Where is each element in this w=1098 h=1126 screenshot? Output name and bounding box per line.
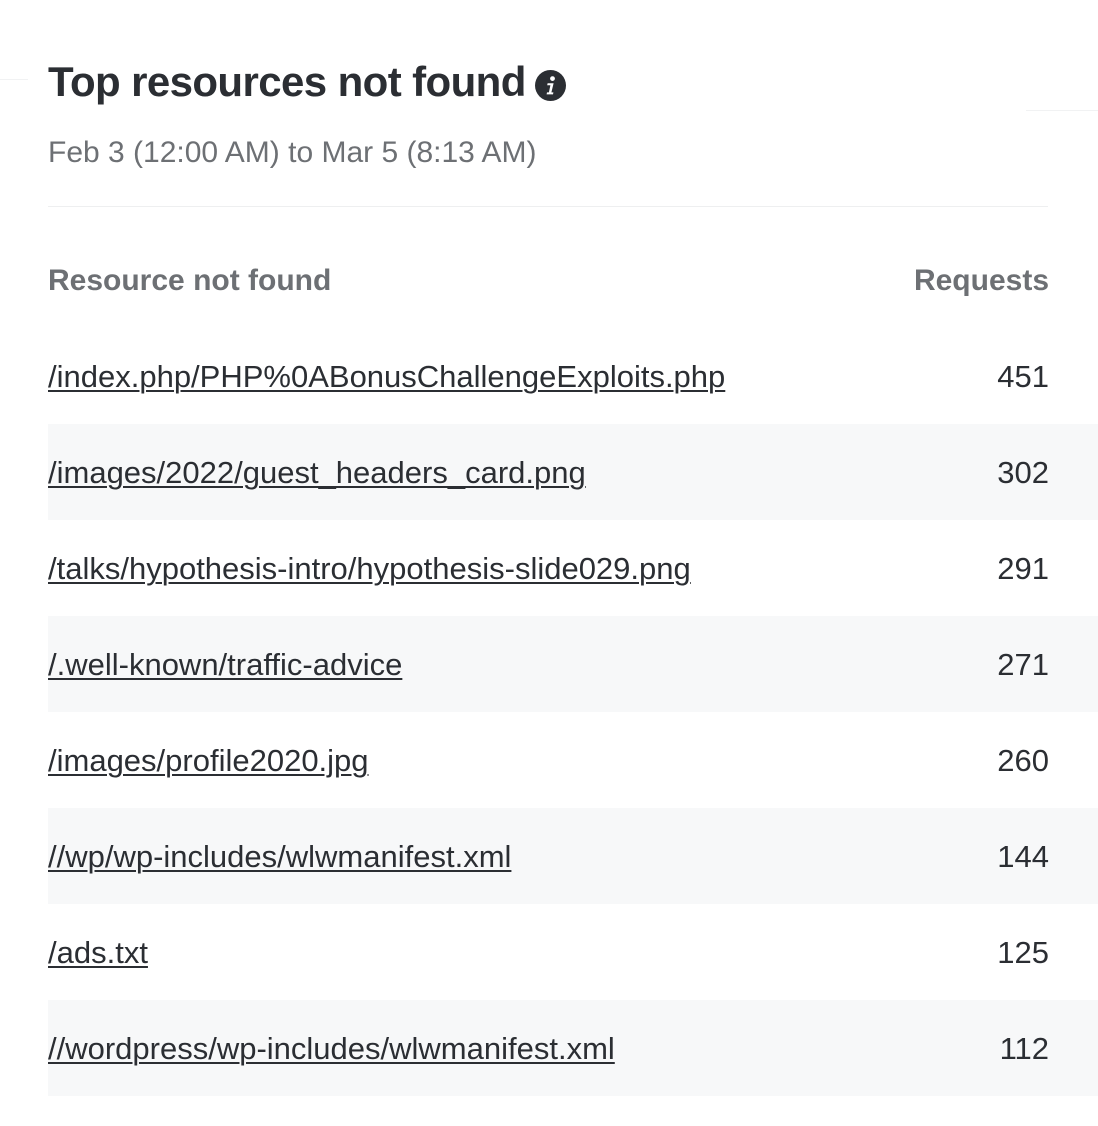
request-count: 125 [997,935,1049,970]
table-row: /talks/hypothesis-intro/hypothesis-slide… [48,520,1098,616]
resource-link[interactable]: /images/profile2020.jpg [48,741,369,781]
request-count: 144 [997,839,1049,874]
info-icon[interactable] [534,69,566,101]
left-edge-divider [0,79,28,80]
panel-header: Top resources not found [48,56,1048,108]
resource-link[interactable]: /ads.txt [48,933,148,973]
resource-link[interactable]: /talks/hypothesis-intro/hypothesis-slide… [48,549,691,589]
column-header-resource: Resource not found [48,264,332,297]
resource-link[interactable]: /.well-known/traffic-advice [48,645,402,685]
column-header-requests: Requests [913,264,1049,297]
table-row: /ads.txt 125 [48,904,1098,1000]
table-row: /index.php/PHP%0ABonusChallengeExploits.… [48,328,1098,424]
table-row: /images/2022/guest_headers_card.png 302 [48,424,1098,520]
panel-title: Top resources not found [48,58,526,105]
resource-link[interactable]: //wp/wp-includes/wlwmanifest.xml [48,837,511,877]
request-count: 302 [997,455,1049,490]
resources-table-body: /index.php/PHP%0ABonusChallengeExploits.… [48,328,1098,1096]
table-row: //wordpress/wp-includes/wlwmanifest.xml … [48,1000,1098,1096]
right-edge-divider [1026,110,1098,111]
header-divider [48,206,1048,207]
request-count: 291 [997,551,1049,586]
request-count: 260 [997,743,1049,778]
table-row: /.well-known/traffic-advice 271 [48,616,1098,712]
resource-link[interactable]: /images/2022/guest_headers_card.png [48,453,586,493]
request-count: 112 [999,1031,1049,1066]
table-row: //wp/wp-includes/wlwmanifest.xml 144 [48,808,1098,904]
resource-link[interactable]: /index.php/PHP%0ABonusChallengeExploits.… [48,357,725,397]
resource-link[interactable]: //wordpress/wp-includes/wlwmanifest.xml [48,1029,615,1069]
table-row: /images/profile2020.jpg 260 [48,712,1098,808]
request-count: 271 [997,647,1049,682]
date-range: Feb 3 (12:00 AM) to Mar 5 (8:13 AM) [48,136,537,169]
request-count: 451 [997,359,1049,394]
